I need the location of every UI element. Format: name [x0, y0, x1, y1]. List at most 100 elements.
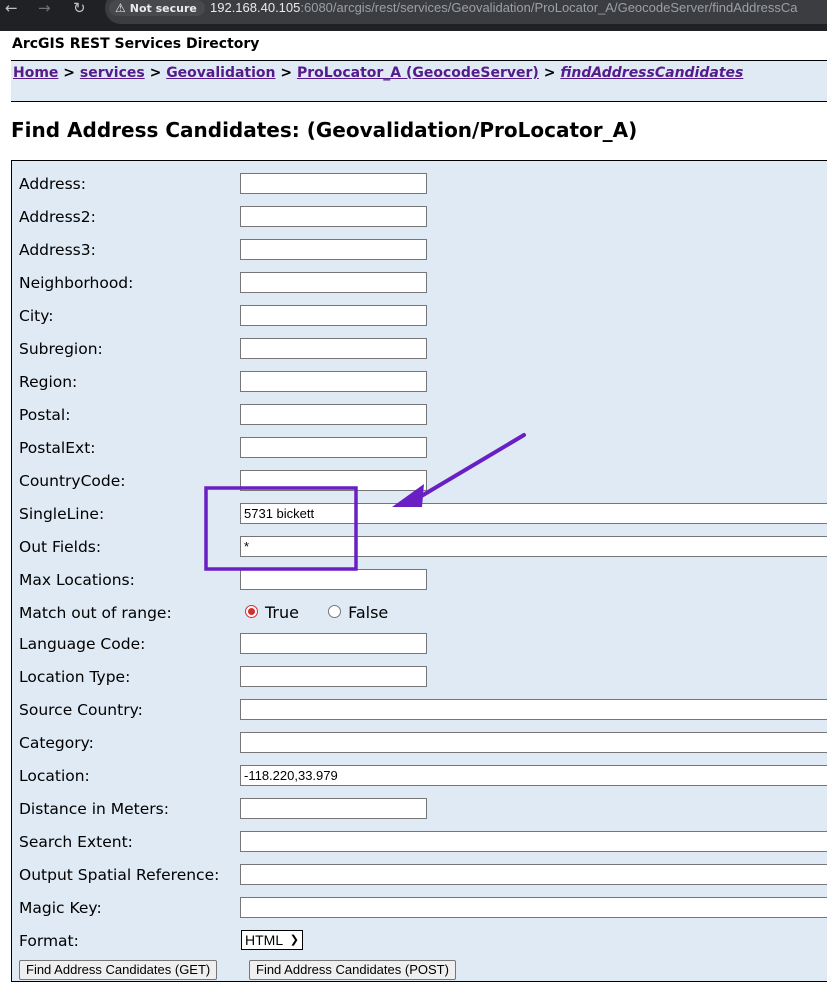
- form-row-region: Region:: [12, 371, 827, 395]
- sourcecountry-label: Source Country:: [19, 701, 143, 719]
- security-chip[interactable]: ⚠ Not secure: [109, 0, 205, 16]
- singleline-label: SingleLine:: [19, 505, 105, 523]
- format-selected: HTML: [245, 932, 284, 948]
- format-select[interactable]: HTML ❯: [241, 930, 303, 950]
- location-label: Location:: [19, 767, 90, 785]
- breadcrumb-service-link[interactable]: ProLocator_A (GeocodeServer): [297, 65, 539, 81]
- form-row-format: Format: HTML ❯: [12, 930, 827, 954]
- form-row-address: Address:: [12, 173, 827, 197]
- address3-input[interactable]: [240, 239, 427, 260]
- form-row-category: Category:: [12, 732, 827, 756]
- breadcrumb: Home > services > Geovalidation > ProLoc…: [13, 65, 743, 81]
- location-input[interactable]: -118.220,33.979: [240, 765, 827, 786]
- postal-input[interactable]: [240, 404, 427, 425]
- region-label: Region:: [19, 373, 78, 391]
- form-row-searchextent: Search Extent:: [12, 831, 827, 855]
- breadcrumb-home-link[interactable]: Home: [13, 65, 58, 81]
- address2-input[interactable]: [240, 206, 427, 227]
- match-out-of-range-radios: True False: [245, 603, 388, 622]
- form-row-city: City:: [12, 305, 827, 329]
- maxlocations-label: Max Locations:: [19, 571, 135, 589]
- false-radio-label[interactable]: False: [348, 603, 388, 622]
- directory-title: ArcGIS REST Services Directory: [12, 36, 260, 52]
- subregion-label: Subregion:: [19, 340, 103, 358]
- form-row-location: Location: -118.220,33.979: [12, 765, 827, 789]
- category-input[interactable]: [240, 732, 827, 753]
- back-arrow-icon[interactable]: ←: [5, 0, 18, 16]
- address-input[interactable]: [240, 173, 427, 194]
- form-row-address2: Address2:: [12, 206, 827, 230]
- find-get-button[interactable]: Find Address Candidates (GET): [19, 960, 218, 980]
- searchextent-label: Search Extent:: [19, 833, 133, 851]
- form-row-maxlocations: Max Locations:: [12, 569, 827, 593]
- form-row-sourcecountry: Source Country:: [12, 699, 827, 723]
- format-label: Format:: [19, 932, 79, 950]
- postalext-label: PostalExt:: [19, 439, 96, 457]
- find-post-button[interactable]: Find Address Candidates (POST): [249, 960, 456, 980]
- languagecode-input[interactable]: [240, 633, 427, 654]
- region-input[interactable]: [240, 371, 427, 392]
- breadcrumb-services-link[interactable]: services: [80, 65, 145, 81]
- outsr-label: Output Spatial Reference:: [19, 866, 220, 884]
- distance-label: Distance in Meters:: [19, 800, 169, 818]
- singleline-input[interactable]: 5731 bickett: [240, 503, 827, 524]
- magickey-input[interactable]: [240, 897, 827, 918]
- maxlocations-input[interactable]: [240, 569, 427, 590]
- security-label: Not secure: [129, 2, 197, 15]
- postalext-input[interactable]: [240, 437, 427, 458]
- countrycode-label: CountryCode:: [19, 472, 126, 490]
- subregion-input[interactable]: [240, 338, 427, 359]
- outsr-input[interactable]: [240, 864, 827, 885]
- form-row-countrycode: CountryCode:: [12, 470, 827, 494]
- false-radio[interactable]: [328, 605, 342, 618]
- breadcrumb-bar: Home > services > Geovalidation > ProLoc…: [11, 60, 827, 102]
- true-radio[interactable]: [245, 605, 258, 618]
- true-radio-label[interactable]: True: [265, 603, 299, 622]
- address2-label: Address2:: [19, 208, 96, 226]
- postal-label: Postal:: [19, 406, 71, 424]
- countrycode-input[interactable]: [240, 470, 427, 491]
- matchoutofrange-label: Match out of range:: [19, 604, 172, 622]
- address-label: Address:: [19, 175, 86, 193]
- url-host: 192.168.40.105: [210, 0, 301, 15]
- browser-toolbar: ← → ↻ ⚠ Not secure 192.168.40.105:6080/ar…: [0, 0, 827, 31]
- form-row-address3: Address3:: [12, 239, 827, 263]
- form-row-locationtype: Location Type:: [12, 666, 827, 690]
- breadcrumb-separator: >: [280, 65, 293, 81]
- form-row-postal: Postal:: [12, 404, 827, 428]
- form-row-outfields: Out Fields: *: [12, 536, 827, 560]
- category-label: Category:: [19, 734, 94, 752]
- form-row-singleline: SingleLine: 5731 bickett: [12, 503, 827, 527]
- sourcecountry-input[interactable]: [240, 699, 827, 720]
- form-row-distance: Distance in Meters:: [12, 798, 827, 822]
- neighborhood-label: Neighborhood:: [19, 274, 134, 292]
- page-title: Find Address Candidates: (Geovalidation/…: [11, 118, 638, 142]
- city-label: City:: [19, 307, 54, 325]
- locationtype-label: Location Type:: [19, 668, 131, 686]
- form-row-subregion: Subregion:: [12, 338, 827, 362]
- breadcrumb-operation-link[interactable]: findAddressCandidates: [560, 65, 743, 81]
- city-input[interactable]: [240, 305, 427, 326]
- find-address-form: Address: Address2: Address3: Neighborhoo…: [11, 160, 827, 982]
- url-path: :6080/arcgis/rest/services/Geovalidation…: [300, 0, 798, 15]
- distance-input[interactable]: [240, 798, 427, 819]
- form-row-magickey: Magic Key:: [12, 897, 827, 921]
- forward-arrow-icon[interactable]: →: [38, 0, 51, 16]
- address-bar[interactable]: ⚠ Not secure 192.168.40.105:6080/arcgis/r…: [105, 0, 827, 24]
- form-row-neighborhood: Neighborhood:: [12, 272, 827, 296]
- chevron-down-icon: ❯: [289, 934, 299, 946]
- url-text[interactable]: 192.168.40.105:6080/arcgis/rest/services…: [210, 0, 798, 16]
- searchextent-input[interactable]: [240, 831, 827, 852]
- reload-icon[interactable]: ↻: [73, 0, 86, 16]
- breadcrumb-separator: >: [543, 65, 556, 81]
- locationtype-input[interactable]: [240, 666, 427, 687]
- breadcrumb-folder-link[interactable]: Geovalidation: [166, 65, 275, 81]
- form-row-postalext: PostalExt:: [12, 437, 827, 461]
- magickey-label: Magic Key:: [19, 899, 102, 917]
- form-row-matchoutofrange: Match out of range: True False: [12, 602, 827, 626]
- form-row-languagecode: Language Code:: [12, 633, 827, 657]
- neighborhood-input[interactable]: [240, 272, 427, 293]
- form-row-outsr: Output Spatial Reference:: [12, 864, 827, 888]
- outfields-input[interactable]: *: [240, 536, 827, 557]
- address3-label: Address3:: [19, 241, 96, 259]
